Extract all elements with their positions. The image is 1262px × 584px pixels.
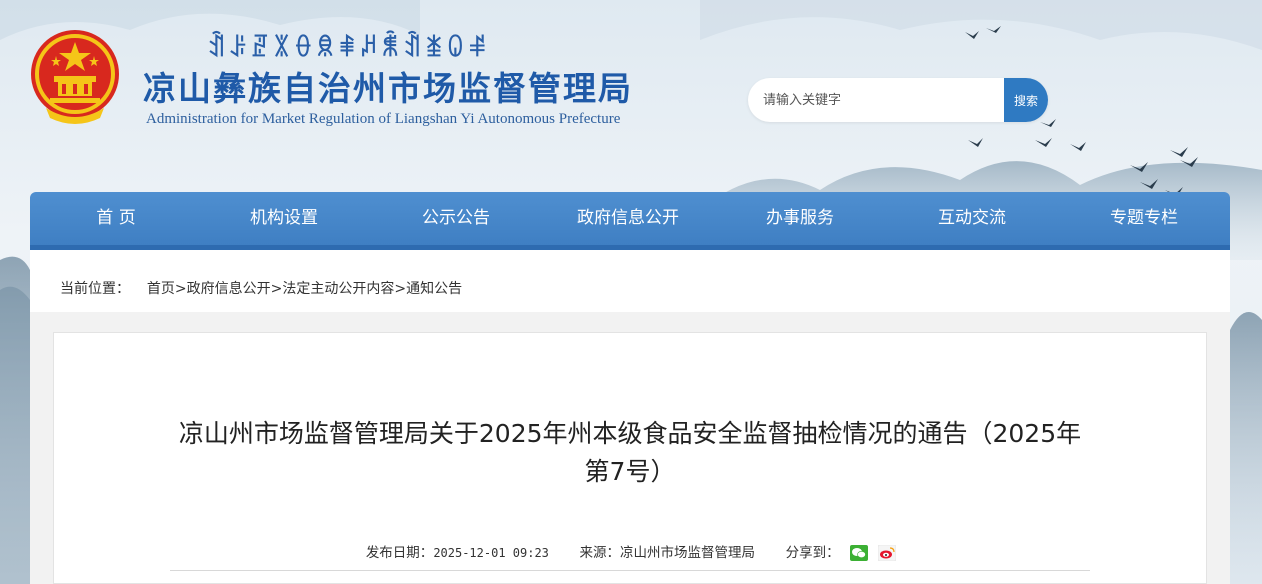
nav-item-services[interactable]: 办事服务 [714,192,886,245]
source-label: 来源： [579,545,621,561]
content-area: 凉山州市场监督管理局关于2025年州本级食品安全监督抽检情况的通告（2025年第… [30,312,1230,584]
wechat-icon[interactable] [849,545,868,561]
nav-item-topics[interactable]: 专题专栏 [1058,192,1230,245]
share-label: 分享到： [785,545,840,561]
site-title: 凉山彝族自治州市场监督管理局 [143,69,633,108]
breadcrumb-prefix: 当前位置： [60,281,130,297]
breadcrumb-separator: > [270,281,283,297]
publish-date: 2025-12-01 09:23 [433,546,549,560]
nav-item-home[interactable]: 首 页 [30,192,202,245]
source-value: 凉山州市场监督管理局 [620,545,755,561]
publish-date-label: 发布日期： [365,545,434,561]
breadcrumb-item-home[interactable]: 首页 [147,281,175,297]
nav-item-organization[interactable]: 机构设置 [198,192,370,245]
weibo-icon[interactable] [878,545,897,561]
breadcrumb: 当前位置： 首页>政府信息公开>法定主动公开内容>通知公告 [60,250,462,312]
nav-item-announcements[interactable]: 公示公告 [370,192,542,245]
breadcrumb-item-statutory[interactable]: 法定主动公开内容 [282,281,394,297]
meta-divider [170,570,1090,571]
site-subtitle: Administration for Market Regulation of … [146,111,621,127]
article-title: 凉山州市场监督管理局关于2025年州本级食品安全监督抽检情况的通告（2025年第… [178,419,1082,486]
article-card: 凉山州市场监督管理局关于2025年州本级食品安全监督抽检情况的通告（2025年第… [53,332,1207,584]
site-header: ꀉꌠꏣꇓꂷꌋꑌꈚꐨꀉꁧꐎꑷ 凉山彝族自治州市场监督管理局 Administrat… [0,0,1262,197]
breadcrumb-item-gov-info[interactable]: 政府信息公开 [187,281,271,297]
breadcrumb-item-notices[interactable]: 通知公告 [406,281,462,297]
national-emblem-icon [31,30,119,124]
birds-decoration-icon [965,26,1198,197]
nav-item-interaction[interactable]: 互动交流 [886,192,1058,245]
article-meta: 发布日期：2025-12-01 09:23 来源：凉山州市场监督管理局 分享到： [54,541,1208,561]
main-nav: 首 页 机构设置 公示公告 政府信息公开 办事服务 互动交流 专题专栏 [30,192,1230,250]
breadcrumb-bar: 当前位置： 首页>政府信息公开>法定主动公开内容>通知公告 [30,250,1230,312]
breadcrumb-separator: > [394,281,407,297]
nav-item-gov-info[interactable]: 政府信息公开 [542,192,714,245]
breadcrumb-separator: > [174,281,187,297]
yi-script-title: ꀉꌠꏣꇓꂷꌋꑌꈚꐨꀉꁧꐎꑷ [207,33,490,62]
